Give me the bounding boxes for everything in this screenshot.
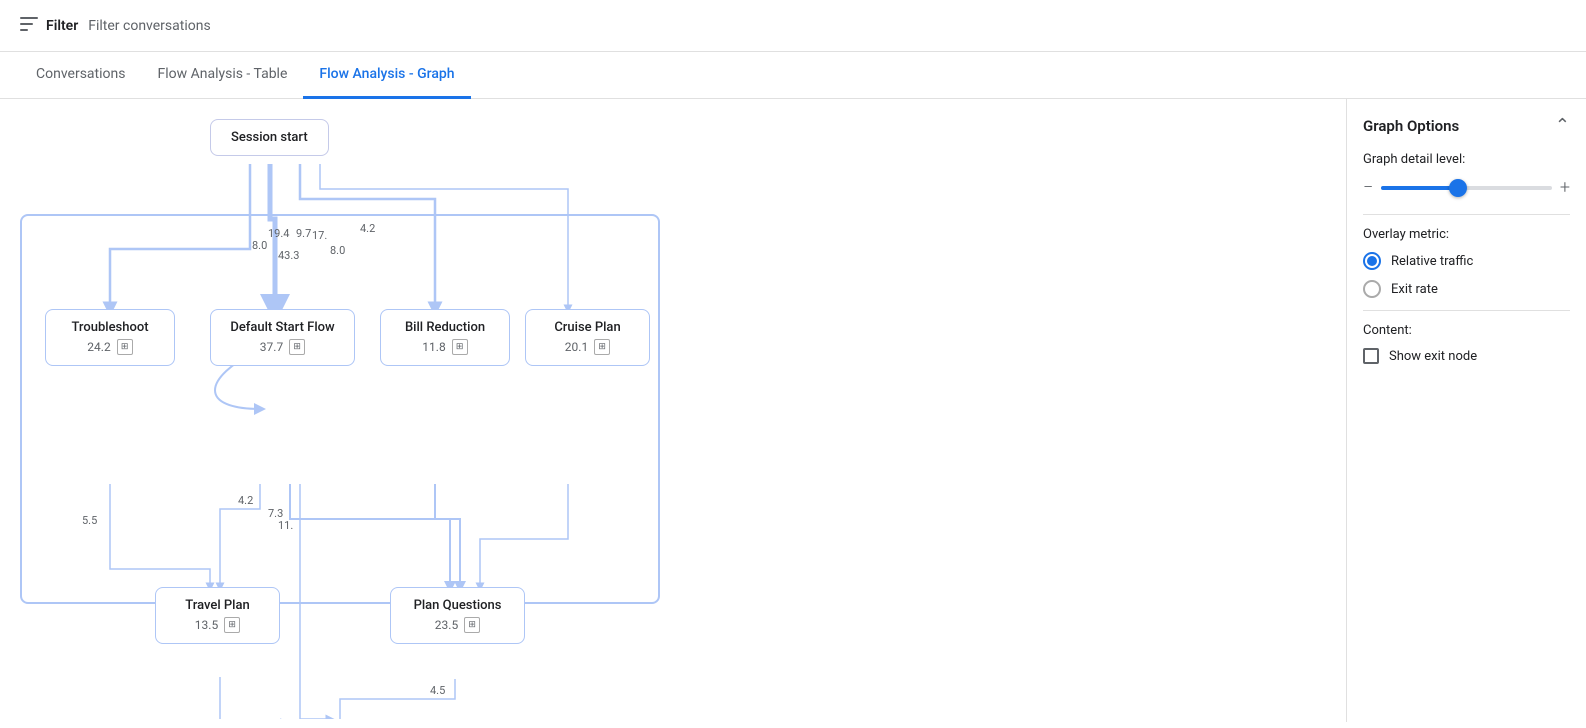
tab-flow-table[interactable]: Flow Analysis - Table xyxy=(141,52,303,99)
radio-exit-label: Exit rate xyxy=(1391,282,1438,297)
radio-relative-label: Relative traffic xyxy=(1391,254,1473,269)
panel-header: Graph Options ⌃ xyxy=(1363,115,1570,136)
panel-divider-1 xyxy=(1363,214,1570,215)
top-bar: Filter Filter conversations xyxy=(0,0,1586,52)
content-label: Content: xyxy=(1363,323,1570,338)
node-cruise-plan[interactable]: Cruise Plan 20.1 ⊞ xyxy=(525,309,650,366)
node-bill-value: 11.8 ⊞ xyxy=(395,339,495,355)
graph-options-panel: Graph Options ⌃ Graph detail level: − + … xyxy=(1346,99,1586,722)
panel-title: Graph Options xyxy=(1363,117,1459,135)
edge-label-2: 19.4 xyxy=(268,227,289,240)
filter-icon xyxy=(20,17,38,35)
radio-relative-outer xyxy=(1363,252,1381,270)
edge-label-6: 8.0 xyxy=(330,244,345,257)
session-start-label: Session start xyxy=(231,130,308,145)
show-exit-node-label: Show exit node xyxy=(1389,349,1477,364)
show-exit-node-row[interactable]: Show exit node xyxy=(1363,348,1570,364)
graph-area[interactable]: Session start xyxy=(0,99,1346,722)
session-start-node[interactable]: Session start xyxy=(210,119,329,156)
show-exit-node-checkbox[interactable] xyxy=(1363,348,1379,364)
slider-thumb[interactable] xyxy=(1449,179,1467,197)
edge-label-3: 43.3 xyxy=(278,249,299,262)
main-content: Session start xyxy=(0,99,1586,722)
edge-label-5: 17. xyxy=(312,229,327,242)
node-plan-questions[interactable]: Plan Questions 23.5 ⊞ xyxy=(390,587,525,644)
node-bill-reduction[interactable]: Bill Reduction 11.8 ⊞ xyxy=(380,309,510,366)
node-troubleshoot-value: 24.2 ⊞ xyxy=(60,339,160,355)
edge-label-4: 9.7 xyxy=(296,227,311,240)
node-default-value: 37.7 ⊞ xyxy=(225,339,340,355)
slider-minus-button[interactable]: − xyxy=(1363,177,1373,198)
node-default-title: Default Start Flow xyxy=(225,320,340,335)
overlay-label: Overlay metric: xyxy=(1363,227,1570,242)
slider-row: − + xyxy=(1363,177,1570,198)
filter-label: Filter xyxy=(46,18,78,34)
panel-divider-2 xyxy=(1363,310,1570,311)
node-default-icon: ⊞ xyxy=(289,339,305,355)
filter-conversations: Filter conversations xyxy=(88,18,210,34)
node-troubleshoot-icon: ⊞ xyxy=(117,339,133,355)
node-travel-value: 13.5 ⊞ xyxy=(170,617,265,633)
node-plan-icon: ⊞ xyxy=(464,617,480,633)
node-cruise-title: Cruise Plan xyxy=(540,320,635,335)
node-bill-title: Bill Reduction xyxy=(395,320,495,335)
tabs-bar: Conversations Flow Analysis - Table Flow… xyxy=(0,52,1586,99)
detail-level-label: Graph detail level: xyxy=(1363,152,1570,167)
edge-label-11: 11. xyxy=(278,519,293,532)
radio-relative-inner xyxy=(1367,256,1377,266)
node-travel-title: Travel Plan xyxy=(170,598,265,613)
node-bill-icon: ⊞ xyxy=(452,339,468,355)
radio-exit-outer xyxy=(1363,280,1381,298)
edge-label-1: 8.0 xyxy=(252,239,267,252)
radio-exit-rate[interactable]: Exit rate xyxy=(1363,280,1570,298)
node-default-start[interactable]: Default Start Flow 37.7 ⊞ xyxy=(210,309,355,366)
node-cruise-value: 20.1 ⊞ xyxy=(540,339,635,355)
edge-label-9: 4.2 xyxy=(238,494,253,507)
edge-label-8: 5.5 xyxy=(82,514,97,527)
edge-label-7: 4.2 xyxy=(360,222,375,235)
graph-container: Session start xyxy=(20,119,700,699)
node-plan-value: 23.5 ⊞ xyxy=(405,617,510,633)
panel-collapse-button[interactable]: ⌃ xyxy=(1555,115,1570,136)
tab-conversations[interactable]: Conversations xyxy=(20,52,141,99)
tab-flow-graph[interactable]: Flow Analysis - Graph xyxy=(303,52,470,99)
node-cruise-icon: ⊞ xyxy=(594,339,610,355)
outer-box xyxy=(20,214,660,604)
node-travel-plan[interactable]: Travel Plan 13.5 ⊞ xyxy=(155,587,280,644)
node-plan-title: Plan Questions xyxy=(405,598,510,613)
node-troubleshoot[interactable]: Troubleshoot 24.2 ⊞ xyxy=(45,309,175,366)
node-troubleshoot-title: Troubleshoot xyxy=(60,320,160,335)
node-travel-icon: ⊞ xyxy=(224,617,240,633)
radio-relative-traffic[interactable]: Relative traffic xyxy=(1363,252,1570,270)
slider-track[interactable] xyxy=(1381,186,1552,190)
slider-plus-button[interactable]: + xyxy=(1560,177,1570,198)
edge-label-12: 4.5 xyxy=(430,684,445,697)
